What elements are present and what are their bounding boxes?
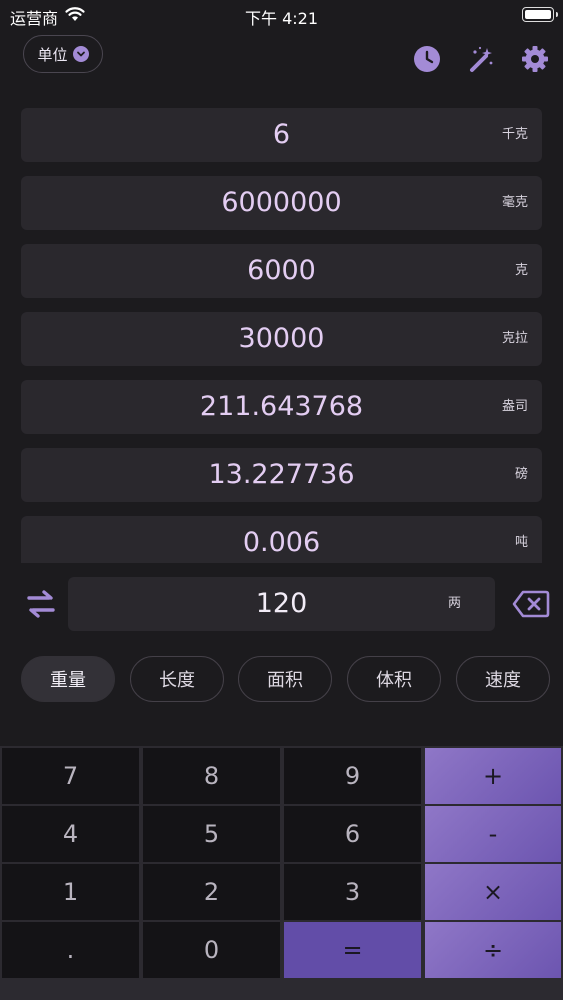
- key-0[interactable]: 0: [143, 922, 280, 978]
- chevron-down-icon: [72, 46, 89, 62]
- unit-selector-button[interactable]: 单位: [23, 35, 103, 73]
- tab-length[interactable]: 长度: [130, 656, 224, 702]
- result-row[interactable]: 6 千克: [21, 108, 542, 162]
- result-value: 0.006: [242, 527, 321, 558]
- result-row[interactable]: 0.006 吨: [21, 516, 542, 563]
- key-6[interactable]: 6: [284, 806, 421, 862]
- result-row[interactable]: 13.227736 磅: [21, 448, 542, 502]
- unit-selector-label: 单位: [37, 45, 68, 64]
- key-7[interactable]: 7: [2, 748, 139, 804]
- tab-area[interactable]: 面积: [238, 656, 332, 702]
- key-multiply[interactable]: ×: [425, 864, 561, 920]
- key-1[interactable]: 1: [2, 864, 139, 920]
- key-minus[interactable]: -: [425, 806, 561, 862]
- key-2[interactable]: 2: [143, 864, 280, 920]
- result-row[interactable]: 30000 克拉: [21, 312, 542, 366]
- battery-icon: [522, 7, 558, 22]
- history-icon[interactable]: [412, 44, 442, 74]
- input-unit: 两: [448, 596, 462, 611]
- tab-speed[interactable]: 速度: [456, 656, 550, 702]
- result-value: 6000000: [221, 187, 342, 218]
- gear-icon[interactable]: [520, 44, 550, 74]
- result-value: 6: [272, 119, 291, 150]
- key-9[interactable]: 9: [284, 748, 421, 804]
- input-value: 120: [255, 588, 308, 619]
- tab-volume[interactable]: 体积: [347, 656, 441, 702]
- result-unit: 磅: [514, 467, 528, 482]
- result-unit: 千克: [501, 127, 528, 142]
- swap-icon[interactable]: [25, 588, 57, 620]
- key-3[interactable]: 3: [284, 864, 421, 920]
- result-unit: 毫克: [501, 195, 528, 210]
- key-equals[interactable]: =: [284, 922, 421, 978]
- result-unit: 盎司: [501, 399, 528, 414]
- amount-input[interactable]: 120 两: [68, 577, 495, 631]
- magic-wand-icon[interactable]: [466, 44, 496, 74]
- key-4[interactable]: 4: [2, 806, 139, 862]
- status-bar: 运营商 下午 4:21: [0, 0, 563, 32]
- result-value: 30000: [238, 323, 325, 354]
- key-plus[interactable]: +: [425, 748, 561, 804]
- tab-weight[interactable]: 重量: [21, 656, 115, 702]
- result-unit: 吨: [514, 535, 528, 550]
- result-row[interactable]: 211.643768 盎司: [21, 380, 542, 434]
- result-value: 6000: [247, 255, 316, 286]
- app-root: 运营商 下午 4:21 单位 6 千克 6000000 毫克 6000 克 30…: [0, 0, 563, 1000]
- status-time: 下午 4:21: [244, 9, 319, 28]
- backspace-icon[interactable]: [512, 589, 550, 619]
- key-decimal[interactable]: .: [2, 922, 139, 978]
- result-value: 211.643768: [199, 391, 364, 422]
- key-8[interactable]: 8: [143, 748, 280, 804]
- keypad: 7 8 9 + 4 5 6 - 1 2 3 × . 0 = ÷: [0, 746, 563, 1000]
- key-divide[interactable]: ÷: [425, 922, 561, 978]
- result-unit: 克拉: [501, 331, 528, 346]
- result-row[interactable]: 6000 克: [21, 244, 542, 298]
- result-row[interactable]: 6000000 毫克: [21, 176, 542, 230]
- key-5[interactable]: 5: [143, 806, 280, 862]
- results-list[interactable]: 6 千克 6000000 毫克 6000 克 30000 克拉 211.6437…: [21, 108, 542, 563]
- result-value: 13.227736: [208, 459, 355, 490]
- result-unit: 克: [514, 263, 528, 278]
